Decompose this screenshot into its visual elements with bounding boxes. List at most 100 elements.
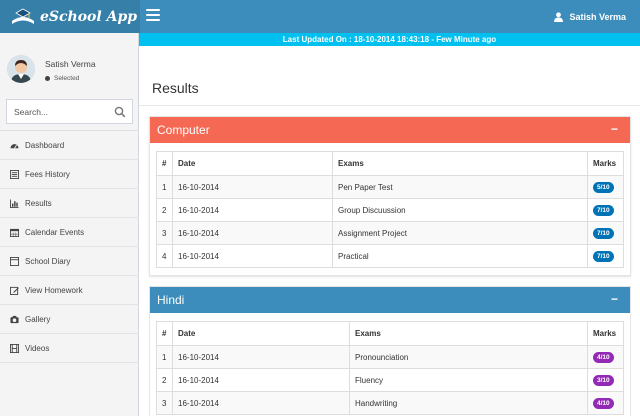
status-dot-icon [45,76,50,81]
sidebar-item-label: Calendar Events [25,227,85,237]
column-header: Date [172,151,333,176]
column-header: Exams [349,321,588,346]
search-icon[interactable] [114,106,126,118]
divider [139,105,640,106]
user-status: Selected [45,75,79,82]
row-number: 3 [156,221,173,245]
table-header-row: # Date Exams Marks [156,151,624,176]
row-number: 2 [156,198,173,222]
book-icon [10,256,19,266]
table-row: 2 16-10-2014 Fluency 3/10 [156,368,624,392]
exam-name: Group Discuussion [332,198,588,222]
column-header: Marks [587,321,624,346]
last-updated-notice: Last Updated On : 18-10-2014 18:43:18 - … [139,33,640,46]
bar-chart-icon [10,198,19,208]
exam-name: Pronounciation [349,345,588,369]
box-header: Computer − [150,117,630,143]
sidebar-item-view-homework[interactable]: View Homework [0,276,139,305]
sidebar-item-label: View Homework [25,285,83,295]
user-menu[interactable]: Satish Verma [554,0,626,33]
row-number: 3 [156,391,173,415]
logo-icon [10,7,36,27]
box-title: Hindi [157,293,185,307]
row-number: 4 [156,244,173,268]
marks-badge: 7/10 [593,204,614,216]
sidebar-item-label: School Diary [25,256,71,266]
exam-date: 16-10-2014 [172,244,333,268]
row-number: 1 [156,175,173,199]
top-navbar: eSchool App Satish Verma [0,0,640,33]
marks-badge: 4/10 [593,351,614,363]
row-number: 1 [156,345,173,369]
edit-icon [10,286,19,295]
sidebar-item-label: Dashboard [25,140,65,150]
sidebar-item-label: Results [25,198,52,208]
sidebar-search [6,99,133,124]
sidebar-user-name: Satish Verma [45,59,96,69]
table-row: 3 16-10-2014 Assignment Project 7/10 [156,221,624,245]
sidebar-toggle-button[interactable] [146,9,160,21]
table-row: 1 16-10-2014 Pronounciation 4/10 [156,345,624,369]
sidebar-menu: Dashboard Fees History Results Calendar … [0,130,139,363]
exam-name: Fluency [349,368,588,392]
row-number: 2 [156,368,173,392]
marks-badge: 3/10 [593,374,614,386]
sidebar-item-school-diary[interactable]: School Diary [0,247,139,276]
collapse-button[interactable]: − [611,123,618,135]
user-menu-name: Satish Verma [569,11,626,22]
list-icon [10,169,19,179]
column-header: # [156,321,173,346]
brand[interactable]: eSchool App [0,0,140,33]
content-header: Results [139,46,640,106]
table-row: 1 16-10-2014 Pen Paper Test 5/10 [156,175,624,199]
search-input[interactable] [7,106,107,117]
brand-name: eSchool App [40,8,138,25]
film-icon [10,343,19,353]
menu-bar-icon [146,14,160,16]
marks-badge: 4/10 [593,397,614,409]
table-row: 4 16-10-2014 Practical 7/10 [156,244,624,268]
marks-badge: 7/10 [593,250,614,262]
page-title: Results [152,80,199,96]
sidebar-item-label: Gallery [25,314,51,324]
exam-date: 16-10-2014 [172,198,333,222]
calendar-icon [10,228,19,237]
result-box-hindi: Hindi − # Date Exams Marks 1 16-10-2014 … [149,286,631,416]
avatar [7,55,35,83]
box-body: # Date Exams Marks 1 16-10-2014 Pronounc… [150,313,630,416]
sidebar: Satish Verma Selected Dashboard Fees His… [0,33,139,416]
sidebar-item-videos[interactable]: Videos [0,334,139,363]
collapse-button[interactable]: − [611,293,618,305]
exam-date: 16-10-2014 [172,175,333,199]
column-header: # [156,151,173,176]
column-header: Marks [587,151,624,176]
exam-date: 16-10-2014 [172,221,333,245]
user-panel: Satish Verma Selected [0,33,138,93]
sidebar-item-calendar-events[interactable]: Calendar Events [0,218,139,247]
results-table: # Date Exams Marks 1 16-10-2014 Pronounc… [156,321,624,415]
dashboard-icon [10,143,19,148]
sidebar-item-dashboard[interactable]: Dashboard [0,131,139,160]
user-status-label: Selected [54,75,80,82]
menu-bar-icon [146,19,160,21]
camera-icon [10,315,19,323]
box-title: Computer [157,123,210,137]
sidebar-item-fees-history[interactable]: Fees History [0,160,139,189]
exam-name: Assignment Project [332,221,588,245]
box-body: # Date Exams Marks 1 16-10-2014 Pen Pape… [150,143,630,274]
exam-name: Practical [332,244,588,268]
marks-badge: 5/10 [593,181,614,193]
result-box-computer: Computer − # Date Exams Marks 1 16-10-20… [149,116,631,276]
exam-date: 16-10-2014 [172,345,350,369]
exam-date: 16-10-2014 [172,391,350,415]
table-row: 3 16-10-2014 Handwriting 4/10 [156,391,624,415]
column-header: Exams [332,151,588,176]
marks-badge: 7/10 [593,227,614,239]
menu-bar-icon [146,9,160,11]
box-header: Hindi − [150,287,630,313]
user-icon [554,11,564,22]
table-header-row: # Date Exams Marks [156,321,624,346]
sidebar-item-results[interactable]: Results [0,189,139,218]
sidebar-item-gallery[interactable]: Gallery [0,305,139,334]
results-table: # Date Exams Marks 1 16-10-2014 Pen Pape… [156,151,624,268]
